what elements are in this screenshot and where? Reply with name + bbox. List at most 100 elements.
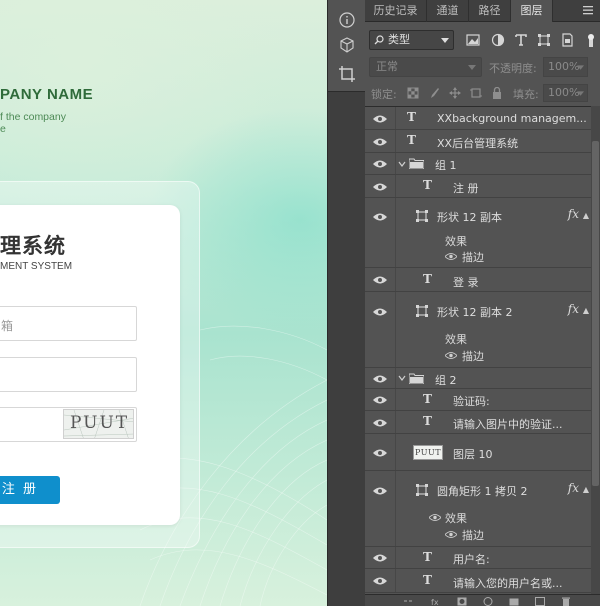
- layer-row[interactable]: T 请输入您的用户名或...: [365, 569, 591, 593]
- 3d-cube-icon[interactable]: [335, 34, 359, 56]
- eye-icon[interactable]: [373, 418, 387, 428]
- eye-icon[interactable]: [373, 448, 387, 458]
- layer-row[interactable]: PUUT 图层 10: [365, 434, 591, 471]
- filter-kind-label: 类型: [388, 33, 410, 46]
- effects-label: 效果: [445, 235, 467, 248]
- eye-icon[interactable]: [373, 137, 387, 147]
- type-layer-icon: T: [407, 133, 416, 147]
- new-layer-icon[interactable]: [535, 597, 545, 606]
- design-canvas[interactable]: PANY NAME f the company e 理系统 MENT SYSTE…: [0, 0, 327, 606]
- register-button[interactable]: 注 册: [0, 476, 60, 504]
- password-field[interactable]: [0, 357, 137, 392]
- filter-kind-select[interactable]: 类型: [369, 30, 454, 50]
- eye-icon[interactable]: [373, 374, 387, 384]
- eye-icon[interactable]: [373, 395, 387, 405]
- type-layer-icon: T: [423, 392, 432, 406]
- expand-caret-icon[interactable]: [398, 374, 406, 382]
- lock-image-pixels-icon[interactable]: [428, 87, 440, 99]
- type-filter-icon[interactable]: [514, 33, 528, 47]
- layer-name: 请输入图片中的验证...: [453, 418, 563, 431]
- layer-row[interactable]: T 请输入图片中的验证...: [365, 411, 591, 434]
- shape-layer-icon: [416, 484, 428, 496]
- layer-name: 验证码:: [453, 395, 490, 408]
- expand-caret-icon[interactable]: [398, 160, 406, 168]
- smart-object-filter-icon[interactable]: [560, 33, 574, 47]
- layer-row[interactable]: T XX后台管理系统: [365, 130, 591, 153]
- layer-row[interactable]: T 用户名:: [365, 547, 591, 569]
- layers-scrollbar[interactable]: [591, 106, 600, 594]
- group-row[interactable]: 组 1: [365, 153, 591, 175]
- eye-icon[interactable]: [373, 114, 387, 124]
- eye-icon[interactable]: [373, 576, 387, 586]
- collapse-effects-icon[interactable]: ▲: [583, 485, 589, 494]
- row-divider: [395, 292, 396, 367]
- fx-badge[interactable]: fx: [568, 207, 579, 221]
- stroke-effect-label: 描边: [462, 251, 484, 264]
- layer-row[interactable]: 圆角矩形 1 拷贝 2 fx ▲ 效果 描边: [365, 471, 591, 547]
- trash-icon[interactable]: [561, 597, 571, 606]
- tab-layers[interactable]: 图层: [511, 0, 553, 22]
- row-divider: [395, 389, 396, 410]
- link-layers-icon[interactable]: [403, 597, 413, 606]
- eye-icon[interactable]: [373, 486, 387, 496]
- eye-icon[interactable]: [445, 351, 457, 360]
- panel-tab-bar: 历史记录 通道 路径 图层: [365, 0, 600, 22]
- type-layer-icon: T: [423, 573, 432, 587]
- svg-text:fx: fx: [431, 598, 439, 606]
- adjustment-filter-icon[interactable]: [491, 33, 505, 47]
- chevron-down-icon: [577, 91, 584, 96]
- captcha-image[interactable]: PUUT: [63, 409, 134, 439]
- eye-icon[interactable]: [445, 530, 457, 539]
- chevron-down-icon: [577, 65, 584, 70]
- tab-paths[interactable]: 路径: [469, 0, 511, 22]
- lock-artboard-icon[interactable]: [470, 87, 482, 99]
- eye-icon[interactable]: [373, 307, 387, 317]
- layer-row[interactable]: T XXbackground managem...: [365, 107, 591, 130]
- layer-name: XX后台管理系统: [437, 137, 519, 150]
- image-filter-icon[interactable]: [466, 33, 480, 47]
- eye-icon[interactable]: [373, 275, 387, 285]
- tab-history[interactable]: 历史记录: [365, 0, 427, 22]
- layer-row[interactable]: T 注 册: [365, 175, 591, 198]
- fill-label: 填充:: [513, 88, 539, 101]
- layer-row[interactable]: T 登 录: [365, 268, 591, 292]
- layer-name: 图层 10: [453, 448, 493, 461]
- lock-all-icon[interactable]: [491, 87, 503, 99]
- company-tagline-line1: f the company: [0, 111, 66, 123]
- layer-row[interactable]: 形状 12 副本 2 fx ▲ 效果 描边: [365, 292, 591, 368]
- layer-row[interactable]: T 验证码:: [365, 389, 591, 411]
- tab-channels[interactable]: 通道: [427, 0, 469, 22]
- filter-toggle-icon[interactable]: [584, 33, 598, 47]
- email-field[interactable]: 箱: [0, 306, 137, 341]
- eye-icon[interactable]: [373, 159, 387, 169]
- fx-badge[interactable]: fx: [568, 481, 579, 495]
- group-row[interactable]: 组 2: [365, 368, 591, 389]
- info-icon[interactable]: [335, 9, 359, 31]
- lock-position-icon[interactable]: [449, 87, 461, 99]
- fill-input[interactable]: 100%: [543, 84, 588, 102]
- fx-badge[interactable]: fx: [568, 302, 579, 316]
- opacity-input[interactable]: 100%: [543, 57, 588, 77]
- layer-name: 组 1: [435, 159, 457, 172]
- crop-icon[interactable]: [335, 63, 359, 85]
- collapse-effects-icon[interactable]: ▲: [583, 211, 589, 220]
- eye-icon[interactable]: [373, 182, 387, 192]
- eye-icon[interactable]: [445, 252, 457, 261]
- adjustment-layer-icon[interactable]: [483, 597, 493, 606]
- lock-transparent-pixels-icon[interactable]: [407, 87, 419, 99]
- layers-list: T XXbackground managem... T XX后台管理系统 组 1…: [365, 106, 591, 594]
- row-divider: [395, 471, 396, 546]
- add-mask-icon[interactable]: [457, 597, 467, 606]
- blend-mode-select[interactable]: 正常: [369, 57, 482, 77]
- shape-filter-icon[interactable]: [537, 33, 551, 47]
- collapse-effects-icon[interactable]: ▲: [583, 306, 589, 315]
- eye-icon[interactable]: [373, 212, 387, 222]
- type-layer-icon: T: [407, 110, 416, 124]
- panel-menu-icon[interactable]: [582, 4, 594, 16]
- eye-icon[interactable]: [373, 553, 387, 563]
- add-style-icon[interactable]: fx: [431, 597, 441, 606]
- layer-row[interactable]: 形状 12 副本 fx ▲ 效果 描边: [365, 198, 591, 268]
- eye-icon[interactable]: [429, 513, 441, 522]
- scrollbar-thumb[interactable]: [592, 141, 599, 486]
- new-group-icon[interactable]: [509, 597, 519, 606]
